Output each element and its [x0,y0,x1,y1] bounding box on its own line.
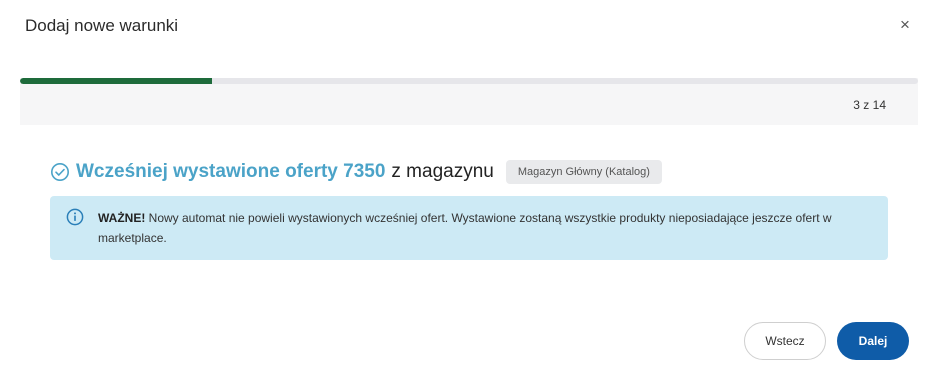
info-body: Nowy automat nie powieli wystawionych wc… [98,211,832,245]
close-icon[interactable]: × [897,16,913,34]
step-counter: 3 z 14 [853,98,886,112]
info-icon [66,208,84,226]
progress-track [20,78,918,84]
modal-dialog: Dodaj nowe warunki × 3 z 14 Wcześniej wy… [0,0,935,371]
warehouse-badge: Magazyn Główny (Katalog) [505,160,662,184]
progress-section: 3 z 14 [20,78,918,125]
info-alert: WAŻNE! Nowy automat nie powieli wystawio… [50,196,888,260]
modal-title: Dodaj nowe warunki [25,16,179,35]
info-strong: WAŻNE! [98,211,146,225]
check-circle-icon [50,162,70,182]
heading-source: z magazynu [391,161,494,182]
next-button[interactable]: Dalej [837,322,909,360]
heading-offers-count: Wcześniej wystawione oferty 7350 [76,161,386,182]
info-text: WAŻNE! Nowy automat nie powieli wystawio… [98,208,868,248]
back-button[interactable]: Wstecz [744,322,826,360]
section-heading: Wcześniej wystawione oferty 7350 z magaz… [50,160,662,184]
progress-fill [20,78,213,84]
